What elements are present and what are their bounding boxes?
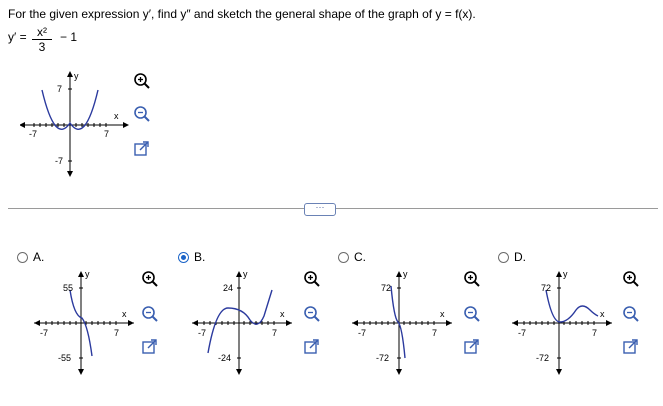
option-d-curve	[545, 289, 599, 323]
svg-text:-72: -72	[376, 353, 389, 363]
svg-text:x: x	[600, 309, 605, 319]
x-right-tick: 7	[104, 129, 109, 139]
y-bottom-tick: -7	[55, 156, 63, 166]
option-b-zoom-out-icon[interactable]	[303, 305, 321, 323]
svg-text:-72: -72	[536, 353, 549, 363]
option-d-popout-icon[interactable]	[622, 338, 640, 356]
expression-numerator: x²	[37, 25, 47, 39]
option-a-label: A.	[33, 250, 45, 264]
option-c-zoom-out-icon[interactable]	[463, 305, 481, 323]
svg-text:7: 7	[432, 328, 437, 338]
x-axis-label: x	[114, 111, 119, 121]
option-a-graph: y x 55 -55 -7 7	[34, 269, 134, 375]
option-a-radio[interactable]	[17, 251, 28, 263]
option-c-curve	[390, 285, 406, 359]
more-button[interactable]: ···	[304, 203, 336, 216]
option-b-label: B.	[194, 250, 206, 264]
svg-text:y: y	[85, 269, 90, 279]
option-d-zoom-out-icon[interactable]	[622, 305, 640, 323]
option-b-zoom-in-icon[interactable]	[303, 270, 321, 288]
expression-lhs: y′ =	[8, 30, 27, 44]
option-c-label: C.	[354, 250, 366, 264]
option-c-popout-icon[interactable]	[463, 338, 481, 356]
svg-text:x: x	[280, 309, 285, 319]
option-c-radio[interactable]	[338, 251, 349, 263]
svg-text:24: 24	[223, 283, 233, 293]
svg-text:7: 7	[114, 328, 119, 338]
main-graph: y x 7 -7 -7 7	[20, 71, 129, 177]
option-c-zoom-in-icon[interactable]	[463, 270, 481, 288]
svg-text:7: 7	[592, 328, 597, 338]
svg-text:x: x	[440, 309, 445, 319]
option-d-graph: y x 72 -72 -7 7	[512, 269, 612, 375]
question-text: For the given expression y′, find y″ and…	[8, 7, 476, 21]
svg-text:x: x	[122, 309, 127, 319]
option-c[interactable]: C.	[338, 250, 366, 264]
expression-denominator: 3	[38, 40, 46, 54]
svg-text:-7: -7	[358, 328, 366, 338]
option-d[interactable]: D.	[498, 250, 526, 264]
option-d-zoom-in-icon[interactable]	[622, 270, 640, 288]
svg-text:-7: -7	[198, 328, 206, 338]
expression-fraction: x² 3	[30, 26, 54, 53]
option-c-graph: y x 72 -72 -7 7	[352, 269, 452, 375]
svg-text:72: 72	[381, 283, 391, 293]
svg-text:-7: -7	[40, 328, 48, 338]
svg-text:-24: -24	[218, 353, 231, 363]
option-b-popout-icon[interactable]	[303, 338, 321, 356]
svg-text:y: y	[243, 269, 248, 279]
expression-rest: − 1	[60, 30, 78, 44]
zoom-in-icon[interactable]	[133, 72, 151, 90]
svg-text:-7: -7	[518, 328, 526, 338]
svg-text:7: 7	[272, 328, 277, 338]
x-left-tick: -7	[29, 129, 37, 139]
zoom-out-icon[interactable]	[133, 105, 151, 123]
svg-text:55: 55	[63, 283, 73, 293]
option-b-graph: y x 24 -24 -7 7	[192, 269, 292, 375]
y-top-tick: 7	[57, 84, 62, 94]
option-a-popout-icon[interactable]	[141, 338, 159, 356]
y-axis-label: y	[74, 71, 79, 81]
expression: y′ = x² 3 − 1	[8, 26, 77, 53]
option-a-zoom-out-icon[interactable]	[141, 305, 159, 323]
option-a[interactable]: A.	[17, 250, 44, 264]
svg-text:72: 72	[541, 283, 551, 293]
svg-text:-55: -55	[58, 353, 71, 363]
popout-icon[interactable]	[133, 140, 151, 158]
svg-text:y: y	[563, 269, 568, 279]
option-b-radio[interactable]	[178, 251, 189, 263]
option-b[interactable]: B.	[178, 250, 205, 264]
option-d-label: D.	[514, 250, 526, 264]
option-d-radio[interactable]	[498, 251, 509, 263]
option-a-zoom-in-icon[interactable]	[141, 270, 159, 288]
svg-text:y: y	[403, 269, 408, 279]
